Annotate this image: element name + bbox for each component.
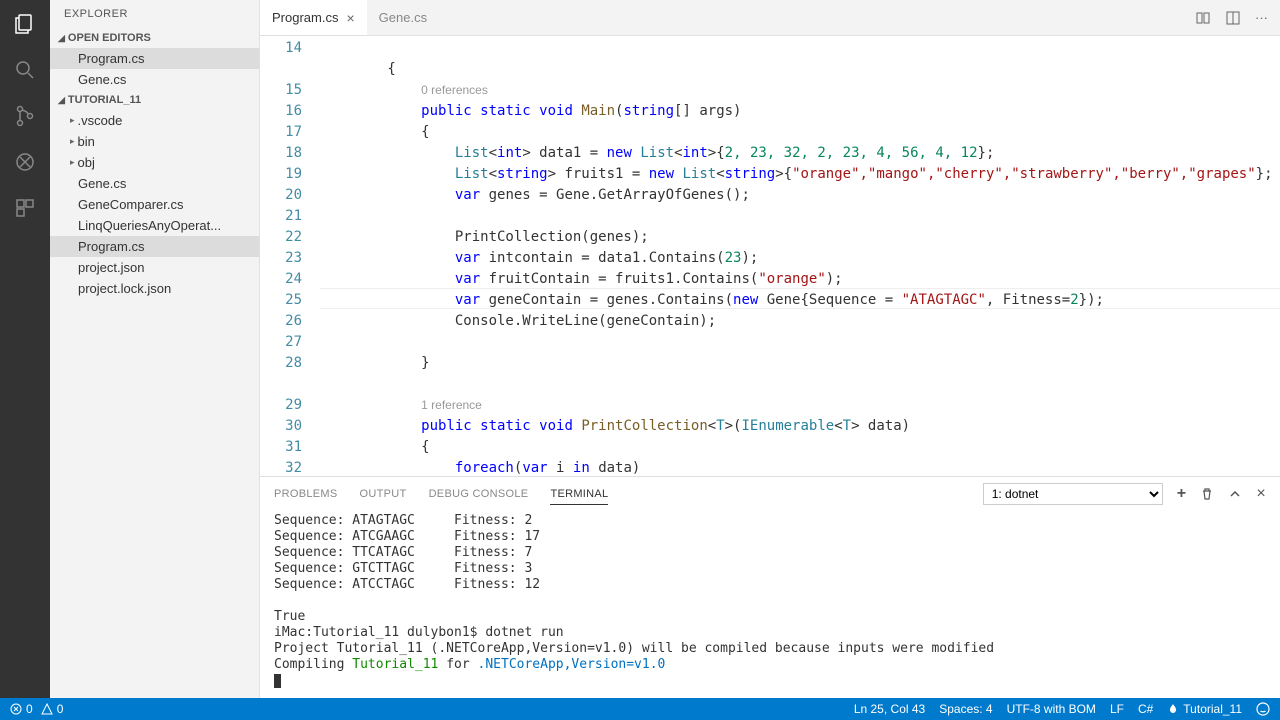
terminal-select[interactable]: 1: dotnet (983, 483, 1163, 505)
split-icon[interactable] (1225, 10, 1241, 26)
compare-icon[interactable] (1195, 10, 1211, 26)
status-lang[interactable]: C# (1138, 702, 1153, 716)
debug-icon[interactable] (11, 148, 39, 176)
sidebar-title: EXPLORER (50, 0, 259, 28)
editor-tabs: Program.cs× Gene.cs ··· (260, 0, 1280, 36)
file-item[interactable]: project.lock.json (50, 278, 259, 299)
sidebar: EXPLORER ◢OPEN EDITORS Program.cs Gene.c… (50, 0, 260, 698)
feedback-icon[interactable] (1256, 702, 1270, 716)
tab-debug-console[interactable]: DEBUG CONSOLE (429, 484, 529, 504)
extensions-icon[interactable] (11, 194, 39, 222)
plus-icon[interactable]: + (1177, 485, 1187, 503)
file-item[interactable]: Program.cs (50, 236, 259, 257)
status-project[interactable]: Tutorial_11 (1167, 702, 1242, 716)
file-item[interactable]: Gene.cs (50, 173, 259, 194)
chevron-right-icon: ▸ (70, 157, 75, 168)
file-item[interactable]: GeneComparer.cs (50, 194, 259, 215)
open-editor-item[interactable]: Program.cs (50, 48, 259, 69)
files-icon[interactable] (11, 10, 39, 38)
close-panel-icon[interactable]: × (1256, 485, 1266, 503)
chevron-down-icon: ◢ (58, 33, 65, 44)
trash-icon[interactable] (1200, 487, 1214, 501)
folder-item[interactable]: ▸obj (50, 152, 259, 173)
tab-problems[interactable]: PROBLEMS (274, 484, 338, 504)
search-icon[interactable] (11, 56, 39, 84)
bottom-panel: PROBLEMS OUTPUT DEBUG CONSOLE TERMINAL 1… (260, 476, 1280, 698)
git-icon[interactable] (11, 102, 39, 130)
tab-gene[interactable]: Gene.cs (367, 0, 439, 35)
status-bar: 0 0 Ln 25, Col 43 Spaces: 4 UTF-8 with B… (0, 698, 1280, 720)
terminal-output[interactable]: Sequence: ATAGTAGC Fitness: 2 Sequence: … (260, 511, 1280, 698)
panel-tabs: PROBLEMS OUTPUT DEBUG CONSOLE TERMINAL 1… (260, 477, 1280, 511)
close-icon[interactable]: × (346, 10, 354, 26)
chevron-down-icon: ◢ (58, 95, 65, 106)
status-position[interactable]: Ln 25, Col 43 (854, 702, 925, 716)
activity-bar (0, 0, 50, 698)
open-editor-item[interactable]: Gene.cs (50, 69, 259, 90)
status-spaces[interactable]: Spaces: 4 (939, 702, 992, 716)
main-area: Program.cs× Gene.cs ··· 14 1516171819202… (260, 0, 1280, 698)
tab-terminal[interactable]: TERMINAL (550, 484, 608, 505)
chevron-up-icon[interactable] (1228, 487, 1242, 501)
line-gutter: 14 1516171819202122232425262728 29303132 (260, 36, 320, 476)
open-editors-header[interactable]: ◢OPEN EDITORS (50, 28, 259, 48)
folder-item[interactable]: ▸bin (50, 131, 259, 152)
folder-item[interactable]: ▸.vscode (50, 110, 259, 131)
more-icon[interactable]: ··· (1255, 10, 1268, 26)
chevron-right-icon: ▸ (70, 136, 75, 147)
tab-program[interactable]: Program.cs× (260, 0, 367, 35)
file-item[interactable]: LinqQueriesAnyOperat... (50, 215, 259, 236)
tab-output[interactable]: OUTPUT (360, 484, 407, 504)
status-encoding[interactable]: UTF-8 with BOM (1007, 702, 1096, 716)
code-content[interactable]: { 0 references public static void Main(s… (320, 36, 1280, 476)
status-warnings[interactable]: 0 (41, 702, 64, 716)
project-header[interactable]: ◢TUTORIAL_11 (50, 90, 259, 110)
status-eol[interactable]: LF (1110, 702, 1124, 716)
code-editor[interactable]: 14 1516171819202122232425262728 29303132… (260, 36, 1280, 476)
status-errors[interactable]: 0 (10, 702, 33, 716)
chevron-right-icon: ▸ (70, 115, 75, 126)
file-item[interactable]: project.json (50, 257, 259, 278)
